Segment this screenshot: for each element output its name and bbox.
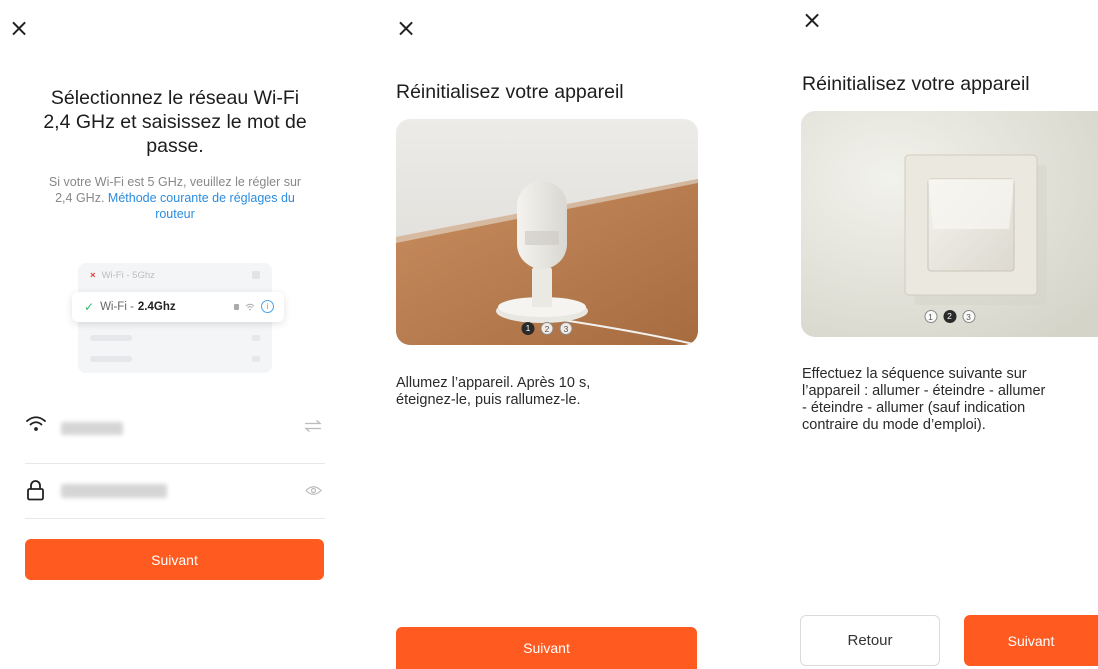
placeholder-line xyxy=(252,335,260,341)
page-title: Réinitialisez votre appareil xyxy=(396,81,624,103)
instruction-text: Effectuez la séquence suivante sur l’app… xyxy=(802,366,1045,434)
divider xyxy=(25,463,325,464)
next-button[interactable]: Suivant xyxy=(964,615,1098,666)
desc-line: 2,4 GHz. xyxy=(55,191,105,205)
pager-dot[interactable]: 2 xyxy=(943,310,956,323)
wifi-item-band: 2.4Ghz xyxy=(137,301,176,313)
wifi-item-2-4ghz: ✓ Wi-Fi - 2.4Ghz i xyxy=(72,292,284,322)
info-icon: i xyxy=(261,300,274,313)
device-photo: 1 2 3 xyxy=(801,111,1098,337)
pager-dot[interactable]: 1 xyxy=(521,322,535,335)
password-value xyxy=(61,484,167,498)
wifi-item-prefix: Wi-Fi - xyxy=(100,301,134,313)
title-line: Sélectionnez le réseau Wi-Fi xyxy=(50,87,300,109)
router-settings-link[interactable]: Méthode courante de réglages du xyxy=(108,191,295,205)
pager-dot[interactable]: 3 xyxy=(962,310,975,323)
pager-dot[interactable]: 3 xyxy=(559,322,573,335)
instruction-line: Effectuez la séquence suivante sur xyxy=(802,366,1027,382)
wifi-item-label: Wi-Fi - 5Ghz xyxy=(101,269,155,281)
instruction-line: l’appareil : allumer - éteindre - allume… xyxy=(802,383,1046,399)
carousel-pager: 1 2 3 xyxy=(924,310,975,323)
lock-icon xyxy=(252,271,260,279)
pager-dot[interactable]: 1 xyxy=(924,310,937,323)
placeholder-line xyxy=(252,356,260,362)
device-photo: 1 2 3 xyxy=(396,119,698,345)
instruction-text: Allumez l’appareil. Après 10 s, éteignez… xyxy=(396,375,590,409)
back-button[interactable]: Retour xyxy=(800,615,940,666)
check-icon: ✓ xyxy=(84,300,95,314)
desk-lamp-illustration xyxy=(396,119,698,345)
wifi-description: Si votre Wi-Fi est 5 GHz, veuillez le ré… xyxy=(25,174,325,222)
title-line: 2,4 GHz et saisissez le mot de xyxy=(43,111,307,133)
lock-icon xyxy=(234,303,239,310)
close-icon[interactable]: × xyxy=(396,16,416,40)
page-title: Réinitialisez votre appareil xyxy=(802,73,1030,95)
instruction-line: - éteindre - allumer (sauf indication xyxy=(802,400,1026,416)
password-field[interactable] xyxy=(25,470,325,514)
page-title: Sélectionnez le réseau Wi-Fi 2,4 GHz et … xyxy=(25,86,325,158)
lock-icon xyxy=(27,480,44,501)
wifi-icon xyxy=(245,303,255,310)
placeholder-line xyxy=(90,335,132,341)
wifi-item-5ghz: × Wi-Fi - 5Ghz xyxy=(90,263,260,287)
title-line: passe. xyxy=(146,135,204,157)
wall-switch-illustration xyxy=(801,111,1098,337)
ssid-value xyxy=(61,422,123,435)
instruction-line: éteignez-le, puis rallumez-le. xyxy=(396,392,581,408)
swap-icon[interactable] xyxy=(304,420,322,432)
wifi-icon xyxy=(26,416,46,431)
router-settings-link-cont[interactable]: routeur xyxy=(25,206,325,222)
error-icon: × xyxy=(90,269,96,281)
close-icon[interactable]: × xyxy=(9,16,29,40)
instruction-line: contraire du mode d’emploi). xyxy=(802,417,986,433)
eye-icon[interactable] xyxy=(305,485,322,496)
next-button[interactable]: Suivant xyxy=(396,627,697,669)
ssid-field[interactable] xyxy=(25,405,325,449)
divider xyxy=(25,518,325,519)
desc-line: Si votre Wi-Fi est 5 GHz, veuillez le ré… xyxy=(48,175,302,189)
pager-dot[interactable]: 2 xyxy=(540,322,554,335)
next-button[interactable]: Suivant xyxy=(25,539,324,580)
placeholder-line xyxy=(90,356,132,362)
carousel-pager: 1 2 3 xyxy=(521,322,573,335)
instruction-line: Allumez l’appareil. Après 10 s, xyxy=(396,375,591,391)
close-icon[interactable]: × xyxy=(802,8,822,32)
